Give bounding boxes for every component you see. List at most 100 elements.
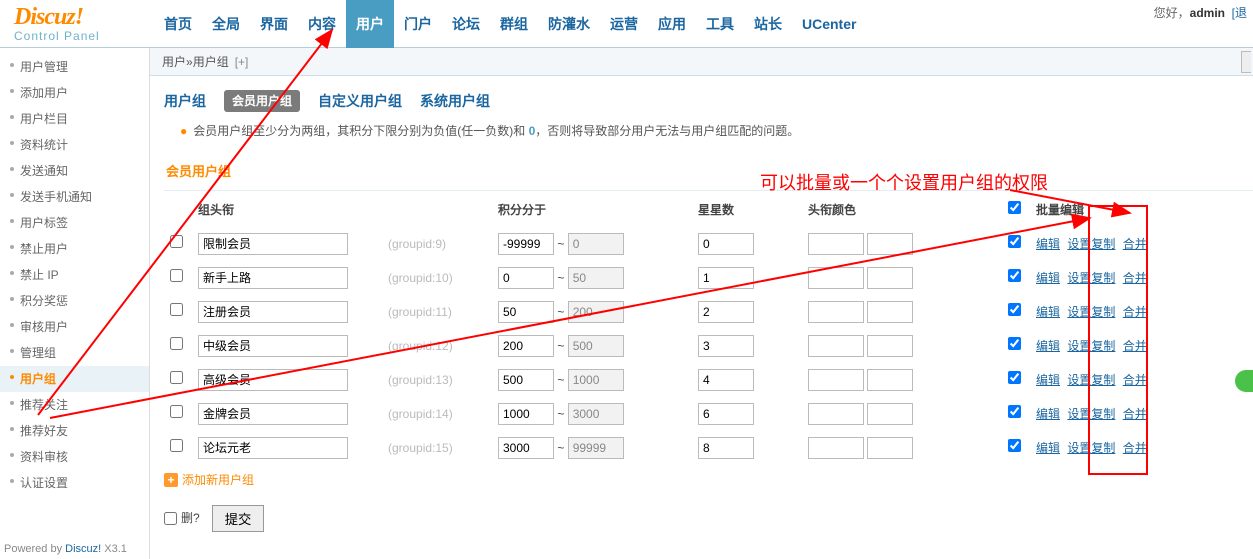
color-input[interactable] (808, 301, 864, 323)
bulk-row-checkbox[interactable] (1008, 269, 1021, 282)
row-checkbox[interactable] (170, 371, 183, 384)
merge-link[interactable]: 合并 (1123, 441, 1147, 455)
sidebar-item-3[interactable]: 资料统计 (0, 132, 149, 158)
score-low-input[interactable] (498, 267, 554, 289)
nav-内容[interactable]: 内容 (298, 0, 346, 48)
nav-站长[interactable]: 站长 (744, 0, 792, 48)
bulk-row-checkbox[interactable] (1008, 405, 1021, 418)
title-input[interactable] (198, 335, 348, 357)
nav-群组[interactable]: 群组 (490, 0, 538, 48)
logout-link[interactable]: [退 (1232, 6, 1247, 20)
sidebar-item-14[interactable]: 推荐好友 (0, 418, 149, 444)
merge-link[interactable]: 合并 (1123, 373, 1147, 387)
score-low-input[interactable] (498, 335, 554, 357)
sidebar-item-10[interactable]: 审核用户 (0, 314, 149, 340)
sidebar-item-12[interactable]: 用户组 (0, 366, 149, 392)
title-input[interactable] (198, 437, 348, 459)
add-new-group[interactable]: + 添加新用户组 (164, 465, 254, 495)
copy-link[interactable]: 设置复制 (1067, 237, 1115, 251)
subtab-custom[interactable]: 自定义用户组 (318, 91, 402, 112)
bulk-row-checkbox[interactable] (1008, 439, 1021, 452)
sidebar-item-4[interactable]: 发送通知 (0, 158, 149, 184)
copy-link[interactable]: 设置复制 (1067, 373, 1115, 387)
color-input[interactable] (808, 437, 864, 459)
sidebar-item-8[interactable]: 禁止 IP (0, 262, 149, 288)
title-input[interactable] (198, 403, 348, 425)
sidebar-item-15[interactable]: 资料审核 (0, 444, 149, 470)
row-checkbox[interactable] (170, 439, 183, 452)
copy-link[interactable]: 设置复制 (1067, 339, 1115, 353)
bulk-row-checkbox[interactable] (1008, 303, 1021, 316)
copy-link[interactable]: 设置复制 (1067, 441, 1115, 455)
merge-link[interactable]: 合并 (1123, 407, 1147, 421)
score-low-input[interactable] (498, 403, 554, 425)
nav-工具[interactable]: 工具 (696, 0, 744, 48)
copy-link[interactable]: 设置复制 (1067, 407, 1115, 421)
stars-input[interactable] (698, 267, 754, 289)
crumb-add[interactable]: [+] (235, 53, 249, 71)
nav-界面[interactable]: 界面 (250, 0, 298, 48)
stars-input[interactable] (698, 369, 754, 391)
color-input[interactable] (808, 335, 864, 357)
edit-link[interactable]: 编辑 (1036, 339, 1060, 353)
sidebar-item-6[interactable]: 用户标签 (0, 210, 149, 236)
row-checkbox[interactable] (170, 235, 183, 248)
nav-论坛[interactable]: 论坛 (442, 0, 490, 48)
side-badge-icon[interactable] (1235, 370, 1253, 392)
nav-全局[interactable]: 全局 (202, 0, 250, 48)
title-input[interactable] (198, 369, 348, 391)
row-checkbox[interactable] (170, 405, 183, 418)
sidebar-item-13[interactable]: 推荐关注 (0, 392, 149, 418)
edit-link[interactable]: 编辑 (1036, 441, 1060, 455)
color-extra-input[interactable] (867, 437, 913, 459)
stars-input[interactable] (698, 403, 754, 425)
color-extra-input[interactable] (867, 267, 913, 289)
stars-input[interactable] (698, 301, 754, 323)
sidebar-item-16[interactable]: 认证设置 (0, 470, 149, 496)
color-input[interactable] (808, 369, 864, 391)
nav-门户[interactable]: 门户 (394, 0, 442, 48)
color-extra-input[interactable] (867, 369, 913, 391)
sidebar-item-0[interactable]: 用户管理 (0, 54, 149, 80)
color-input[interactable] (808, 233, 864, 255)
copy-link[interactable]: 设置复制 (1067, 271, 1115, 285)
row-checkbox[interactable] (170, 337, 183, 350)
score-low-input[interactable] (498, 369, 554, 391)
bulk-master-checkbox[interactable] (1008, 201, 1021, 214)
color-extra-input[interactable] (867, 403, 913, 425)
merge-link[interactable]: 合并 (1123, 271, 1147, 285)
nav-用户[interactable]: 用户 (346, 0, 394, 48)
edit-link[interactable]: 编辑 (1036, 237, 1060, 251)
edit-link[interactable]: 编辑 (1036, 271, 1060, 285)
edit-link[interactable]: 编辑 (1036, 407, 1060, 421)
merge-link[interactable]: 合并 (1123, 305, 1147, 319)
color-extra-input[interactable] (867, 335, 913, 357)
stars-input[interactable] (698, 437, 754, 459)
bulk-row-checkbox[interactable] (1008, 371, 1021, 384)
bulk-row-checkbox[interactable] (1008, 235, 1021, 248)
footer-link[interactable]: Discuz! (65, 543, 101, 555)
nav-防灌水[interactable]: 防灌水 (538, 0, 600, 48)
edit-link[interactable]: 编辑 (1036, 305, 1060, 319)
score-low-input[interactable] (498, 301, 554, 323)
color-extra-input[interactable] (867, 233, 913, 255)
row-checkbox[interactable] (170, 303, 183, 316)
stars-input[interactable] (698, 335, 754, 357)
score-low-input[interactable] (498, 437, 554, 459)
subtab-member[interactable]: 会员用户组 (224, 90, 300, 112)
nav-首页[interactable]: 首页 (154, 0, 202, 48)
nav-运营[interactable]: 运营 (600, 0, 648, 48)
title-input[interactable] (198, 233, 348, 255)
delete-checkbox[interactable] (164, 512, 177, 525)
color-extra-input[interactable] (867, 301, 913, 323)
score-low-input[interactable] (498, 233, 554, 255)
row-checkbox[interactable] (170, 269, 183, 282)
subtab-system[interactable]: 系统用户组 (420, 91, 490, 112)
sidebar-item-2[interactable]: 用户栏目 (0, 106, 149, 132)
submit-button[interactable]: 提交 (212, 505, 265, 532)
merge-link[interactable]: 合并 (1123, 339, 1147, 353)
sidebar-item-9[interactable]: 积分奖惩 (0, 288, 149, 314)
color-input[interactable] (808, 403, 864, 425)
sidebar-item-5[interactable]: 发送手机通知 (0, 184, 149, 210)
bulk-row-checkbox[interactable] (1008, 337, 1021, 350)
